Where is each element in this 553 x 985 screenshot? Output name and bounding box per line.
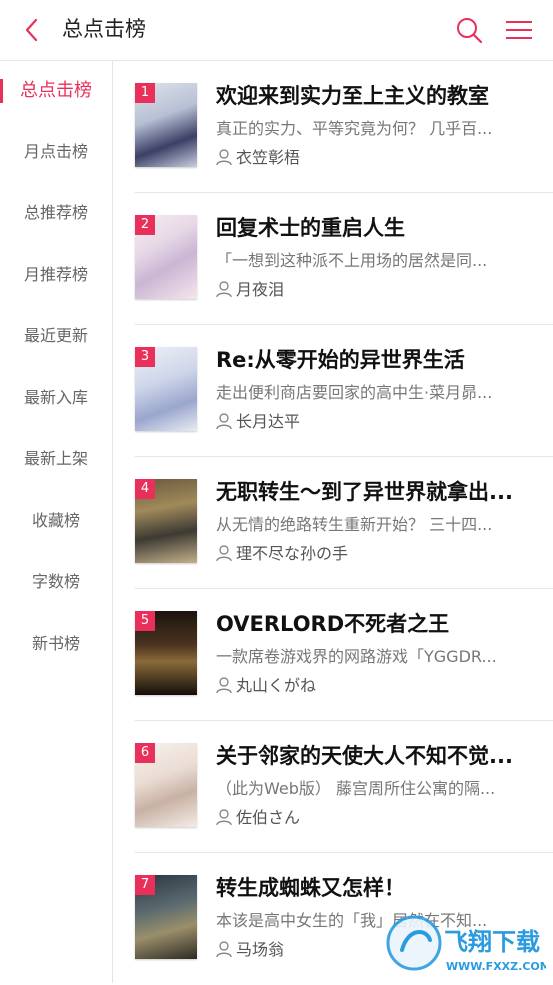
person-icon [216, 941, 232, 958]
watermark-logo: 飞翔下载 WWW.FXXZ.COM [386, 915, 546, 973]
sidebar-item-total-clicks[interactable]: 总点击榜 [0, 71, 112, 111]
book-title: 回复术士的重启人生 [216, 216, 405, 240]
person-icon [216, 677, 232, 694]
rank-badge: 7 [135, 875, 155, 895]
book-description: 从无情的绝路转生重新开始？ 三十四... [216, 515, 493, 534]
rank-badge: 6 [135, 743, 155, 763]
sidebar-item-favorites[interactable]: 收藏榜 [0, 501, 112, 541]
person-icon [216, 545, 232, 562]
author-name: 理不尽な孙の手 [236, 544, 349, 563]
rank-badge: 1 [135, 83, 155, 103]
author-name: 丸山くがね [236, 676, 317, 695]
list-item[interactable]: 6 关于邻家的天使大人不知不觉... （此为Web版） 藤宫周所住公寓的隔...… [113, 721, 553, 853]
author-name: 长月达平 [236, 412, 301, 431]
rank-badge: 4 [135, 479, 155, 499]
sidebar-item-monthly-clicks[interactable]: 月点击榜 [0, 132, 112, 172]
sidebar-item-word-count[interactable]: 字数榜 [0, 562, 112, 602]
sidebar-item-label: 总点击榜 [20, 80, 92, 101]
book-list: 1 欢迎来到实力至上主义的教室 真正的实力、平等究竟为何？ 几乎百... 衣笠彰… [113, 61, 553, 983]
sidebar-item-label: 最近更新 [23, 326, 88, 345]
sidebar-item-label: 收藏榜 [31, 511, 80, 530]
book-cover: 4 [135, 479, 197, 563]
person-icon [216, 281, 232, 298]
sidebar-item-label: 总推荐榜 [23, 203, 88, 222]
hamburger-menu-icon[interactable] [505, 18, 533, 42]
page-title: 总点击榜 [62, 17, 146, 41]
sidebar-item-recent-update[interactable]: 最近更新 [0, 316, 112, 356]
watermark-url: WWW.FXXZ.COM [446, 960, 546, 973]
author-name: 衣笠彰梧 [236, 148, 301, 167]
rank-badge: 2 [135, 215, 155, 235]
book-title: 欢迎来到实力至上主义的教室 [216, 84, 489, 108]
sidebar-item-label: 字数榜 [31, 572, 80, 591]
book-title: 无职转生～到了异世界就拿出... [216, 480, 513, 504]
book-description: 「一想到这种派不上用场的居然是同... [216, 251, 488, 270]
book-cover: 7 [135, 875, 197, 959]
sidebar-item-total-recommend[interactable]: 总推荐榜 [0, 193, 112, 233]
rank-badge: 5 [135, 611, 155, 631]
author-name: 佐伯さん [236, 808, 301, 827]
active-indicator [0, 79, 3, 103]
watermark-text: 飞翔下载 [444, 928, 540, 956]
chevron-left-icon[interactable] [20, 17, 44, 43]
book-title: OVERLORD不死者之王 [216, 612, 450, 636]
book-cover: 3 [135, 347, 197, 431]
book-cover: 5 [135, 611, 197, 695]
sidebar-item-label: 最新入库 [23, 388, 88, 407]
book-description: 走出便利商店要回家的高中生·菜月昴... [216, 383, 493, 402]
sidebar-item-label: 月推荐榜 [23, 265, 88, 284]
search-icon[interactable] [455, 16, 483, 44]
author-name: 月夜泪 [236, 280, 285, 299]
sidebar-item-newly-listed[interactable]: 最新上架 [0, 439, 112, 479]
book-title: Re:从零开始的异世界生活 [216, 348, 465, 372]
book-title: 关于邻家的天使大人不知不觉... [216, 744, 513, 768]
book-description: 真正的实力、平等究竟为何？ 几乎百... [216, 119, 493, 138]
sidebar-item-new-books[interactable]: 新书榜 [0, 624, 112, 664]
rank-badge: 3 [135, 347, 155, 367]
top-bar: 总点击榜 [0, 0, 553, 61]
book-title: 转生成蜘蛛又怎样！ [216, 876, 405, 900]
book-cover: 1 [135, 83, 197, 167]
book-cover: 2 [135, 215, 197, 299]
sidebar-item-newly-added[interactable]: 最新入库 [0, 378, 112, 418]
list-item[interactable]: 1 欢迎来到实力至上主义的教室 真正的实力、平等究竟为何？ 几乎百... 衣笠彰… [113, 61, 553, 193]
sidebar-item-monthly-recommend[interactable]: 月推荐榜 [0, 255, 112, 295]
list-item[interactable]: 5 OVERLORD不死者之王 一款席卷游戏界的网路游戏「YGGDR... 丸山… [113, 589, 553, 721]
ranking-sidebar: 总点击榜 月点击榜 总推荐榜 月推荐榜 最近更新 最新入库 最新上架 收藏榜 字… [0, 61, 113, 983]
person-icon [216, 413, 232, 430]
sidebar-item-label: 新书榜 [31, 634, 80, 653]
author-name: 马场翁 [236, 940, 285, 959]
sidebar-item-label: 最新上架 [23, 449, 88, 468]
person-icon [216, 809, 232, 826]
book-cover: 6 [135, 743, 197, 827]
book-description: （此为Web版） 藤宫周所住公寓的隔... [216, 779, 496, 798]
list-item[interactable]: 3 Re:从零开始的异世界生活 走出便利商店要回家的高中生·菜月昴... 长月达… [113, 325, 553, 457]
list-item[interactable]: 2 回复术士的重启人生 「一想到这种派不上用场的居然是同... 月夜泪 [113, 193, 553, 325]
book-description: 一款席卷游戏界的网路游戏「YGGDR... [216, 647, 497, 666]
person-icon [216, 149, 232, 166]
list-item[interactable]: 4 无职转生～到了异世界就拿出... 从无情的绝路转生重新开始？ 三十四... … [113, 457, 553, 589]
sidebar-item-label: 月点击榜 [23, 142, 88, 161]
